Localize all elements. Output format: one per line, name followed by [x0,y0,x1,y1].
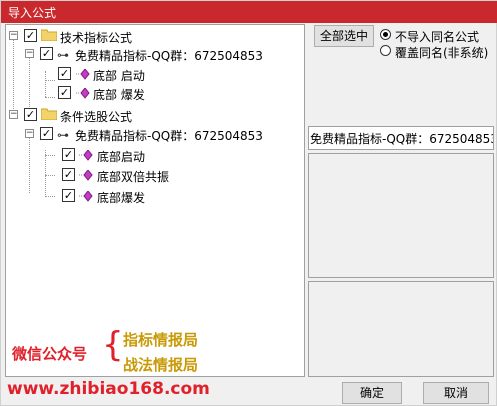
key-icon: ⊶ [57,48,69,62]
window-title: 导入公式 [8,6,57,20]
detail-pane[interactable] [308,281,494,377]
formula-label: 底部启动 [97,150,146,164]
import-formula-dialog: 导入公式 − ✓ 技术指标公式 − ✓ ⊶ 免费精品指标-QQ群：6725048… [0,0,497,406]
checkbox[interactable]: ✓ [58,67,71,80]
option-label: 不导入同名公式 [395,30,480,44]
radio-unselected[interactable] [380,45,391,56]
site-url: www.zhibiao168.com [7,379,210,399]
formula-icon [76,88,90,99]
collapse-toggle[interactable]: − [25,49,34,58]
ok-button[interactable]: 确定 [342,382,402,404]
collapse-toggle[interactable]: − [25,129,34,138]
cancel-button[interactable]: 取消 [423,382,489,404]
formula-icon [79,170,93,181]
brand-line-2: 战法情报局 [123,356,199,374]
collapse-toggle[interactable]: − [9,110,18,119]
group-label: 条件选股公式 [60,110,133,124]
tree-group-technical[interactable]: − ✓ 技术指标公式 [6,28,302,46]
checkbox[interactable]: ✓ [62,168,75,181]
checkbox[interactable]: ✓ [62,189,75,202]
package-label: 免费精品指标-QQ群：672504853 [75,49,263,63]
formula-label: 底部双倍共振 [97,170,170,184]
formula-icon [76,69,90,80]
folder-icon [41,29,57,41]
tree-package-node[interactable]: − ✓ ⊶ 免费精品指标-QQ群：672504853 [6,126,302,144]
package-info-title: 免费精品指标-QQ群：672504853 [308,126,494,150]
wechat-label: 微信公众号 [12,345,88,363]
checkbox[interactable]: ✓ [40,47,53,60]
checkbox[interactable]: ✓ [40,127,53,140]
title-bar[interactable]: 导入公式 [1,1,497,23]
radio-selected[interactable] [380,29,391,40]
tree-item[interactable]: ✓ 底部启动 [6,147,302,165]
checkbox[interactable]: ✓ [62,148,75,161]
checkbox[interactable]: ✓ [58,86,71,99]
tree-package-node[interactable]: − ✓ ⊶ 免费精品指标-QQ群：672504853 [6,46,302,64]
key-icon: ⊶ [57,128,69,142]
tree-item[interactable]: ✓ 底部 爆发 [6,85,302,103]
collapse-toggle[interactable]: − [9,31,18,40]
tree-item[interactable]: ✓ 底部双倍共振 [6,167,302,185]
folder-icon [41,108,57,120]
formula-icon [79,150,93,161]
tree-item[interactable]: ✓ 底部爆发 [6,188,302,206]
option-label: 覆盖同名(非系统) [395,46,489,60]
package-label: 免费精品指标-QQ群：672504853 [75,129,263,143]
brace-glyph: { [102,325,124,365]
formula-icon [79,191,93,202]
description-pane[interactable] [308,153,494,278]
tree-group-screening[interactable]: − ✓ 条件选股公式 [6,107,302,125]
formula-label: 底部 爆发 [93,88,145,102]
formula-tree[interactable]: − ✓ 技术指标公式 − ✓ ⊶ 免费精品指标-QQ群：672504853 ✓ … [5,24,305,377]
checkbox[interactable]: ✓ [24,108,37,121]
brand-line-1: 指标情报局 [123,331,199,349]
formula-label: 底部爆发 [97,191,146,205]
tree-item[interactable]: ✓ 底部 启动 [6,66,302,84]
checkbox[interactable]: ✓ [24,29,37,42]
formula-label: 底部 启动 [93,69,145,83]
group-label: 技术指标公式 [60,31,133,45]
select-all-button[interactable]: 全部选中 [314,25,374,47]
